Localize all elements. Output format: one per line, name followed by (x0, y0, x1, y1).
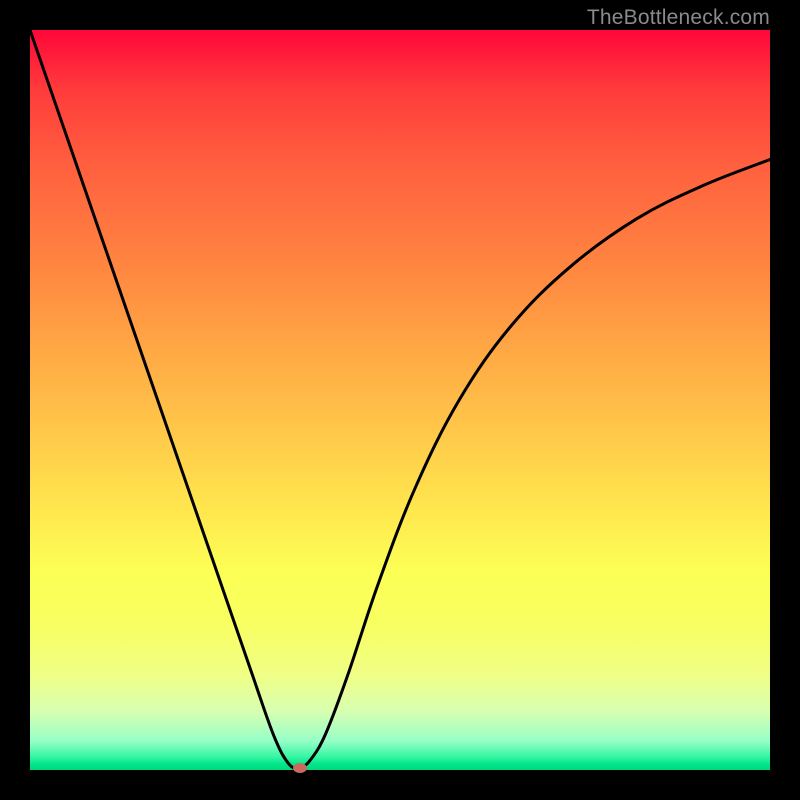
curve-svg (30, 30, 770, 770)
optimum-marker (293, 763, 307, 773)
bottleneck-curve (30, 30, 770, 768)
watermark-text: TheBottleneck.com (587, 6, 770, 30)
chart-frame: TheBottleneck.com (0, 0, 800, 800)
plot-area (30, 30, 770, 770)
